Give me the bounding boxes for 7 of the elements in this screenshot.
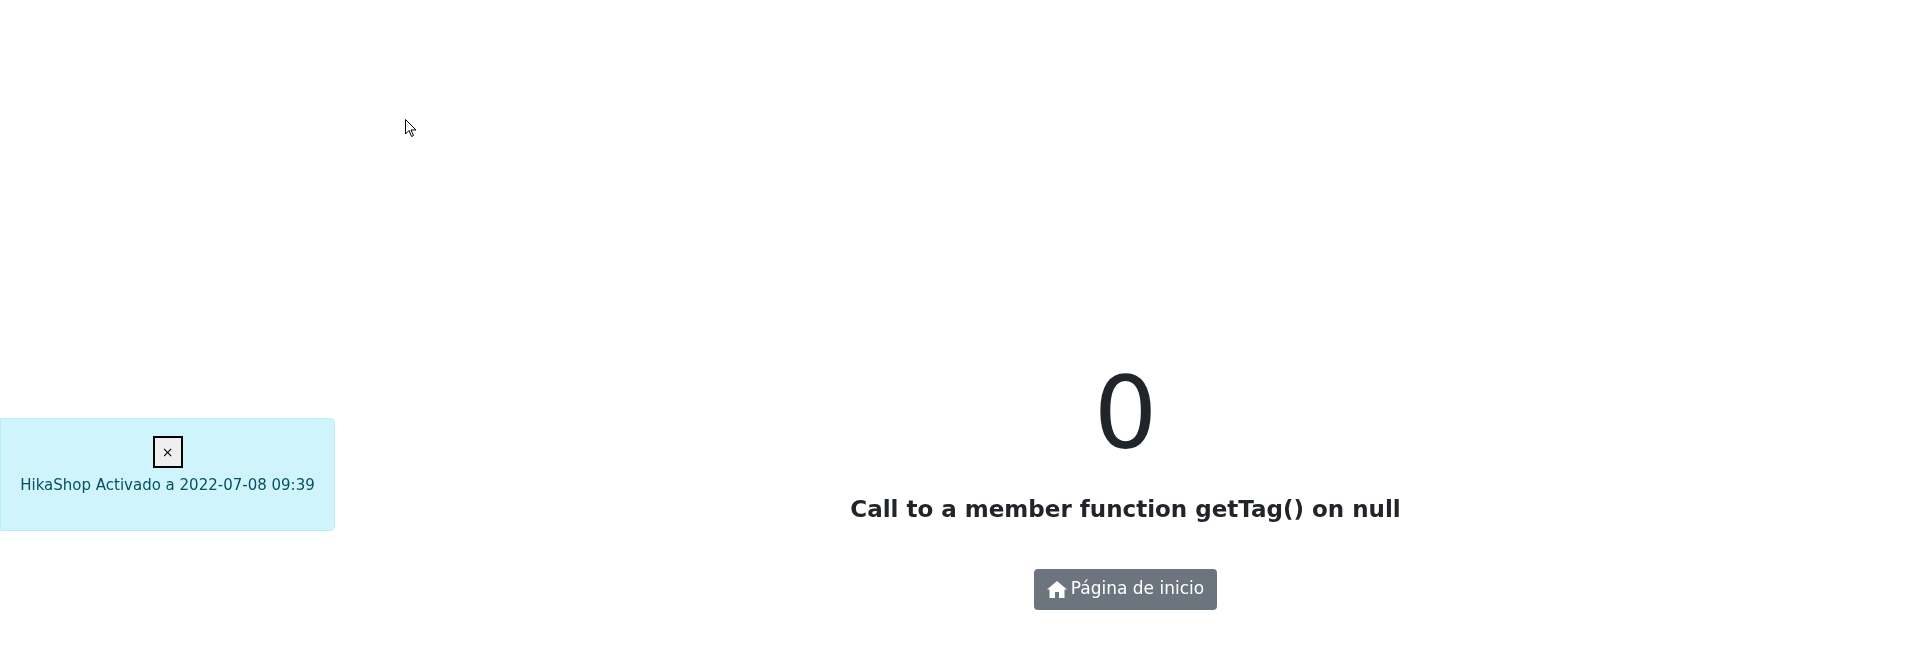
pointer-icon bbox=[405, 119, 417, 138]
home-icon bbox=[1046, 580, 1067, 598]
close-button[interactable]: × bbox=[152, 436, 183, 468]
alert-message: HikaShop Activado a 2022-07-08 09:39 bbox=[20, 475, 315, 496]
error-message: Call to a member function getTag() on null bbox=[850, 495, 1401, 524]
home-button[interactable]: Página de inicio bbox=[1033, 568, 1218, 610]
error-code: 0 bbox=[1093, 364, 1158, 464]
